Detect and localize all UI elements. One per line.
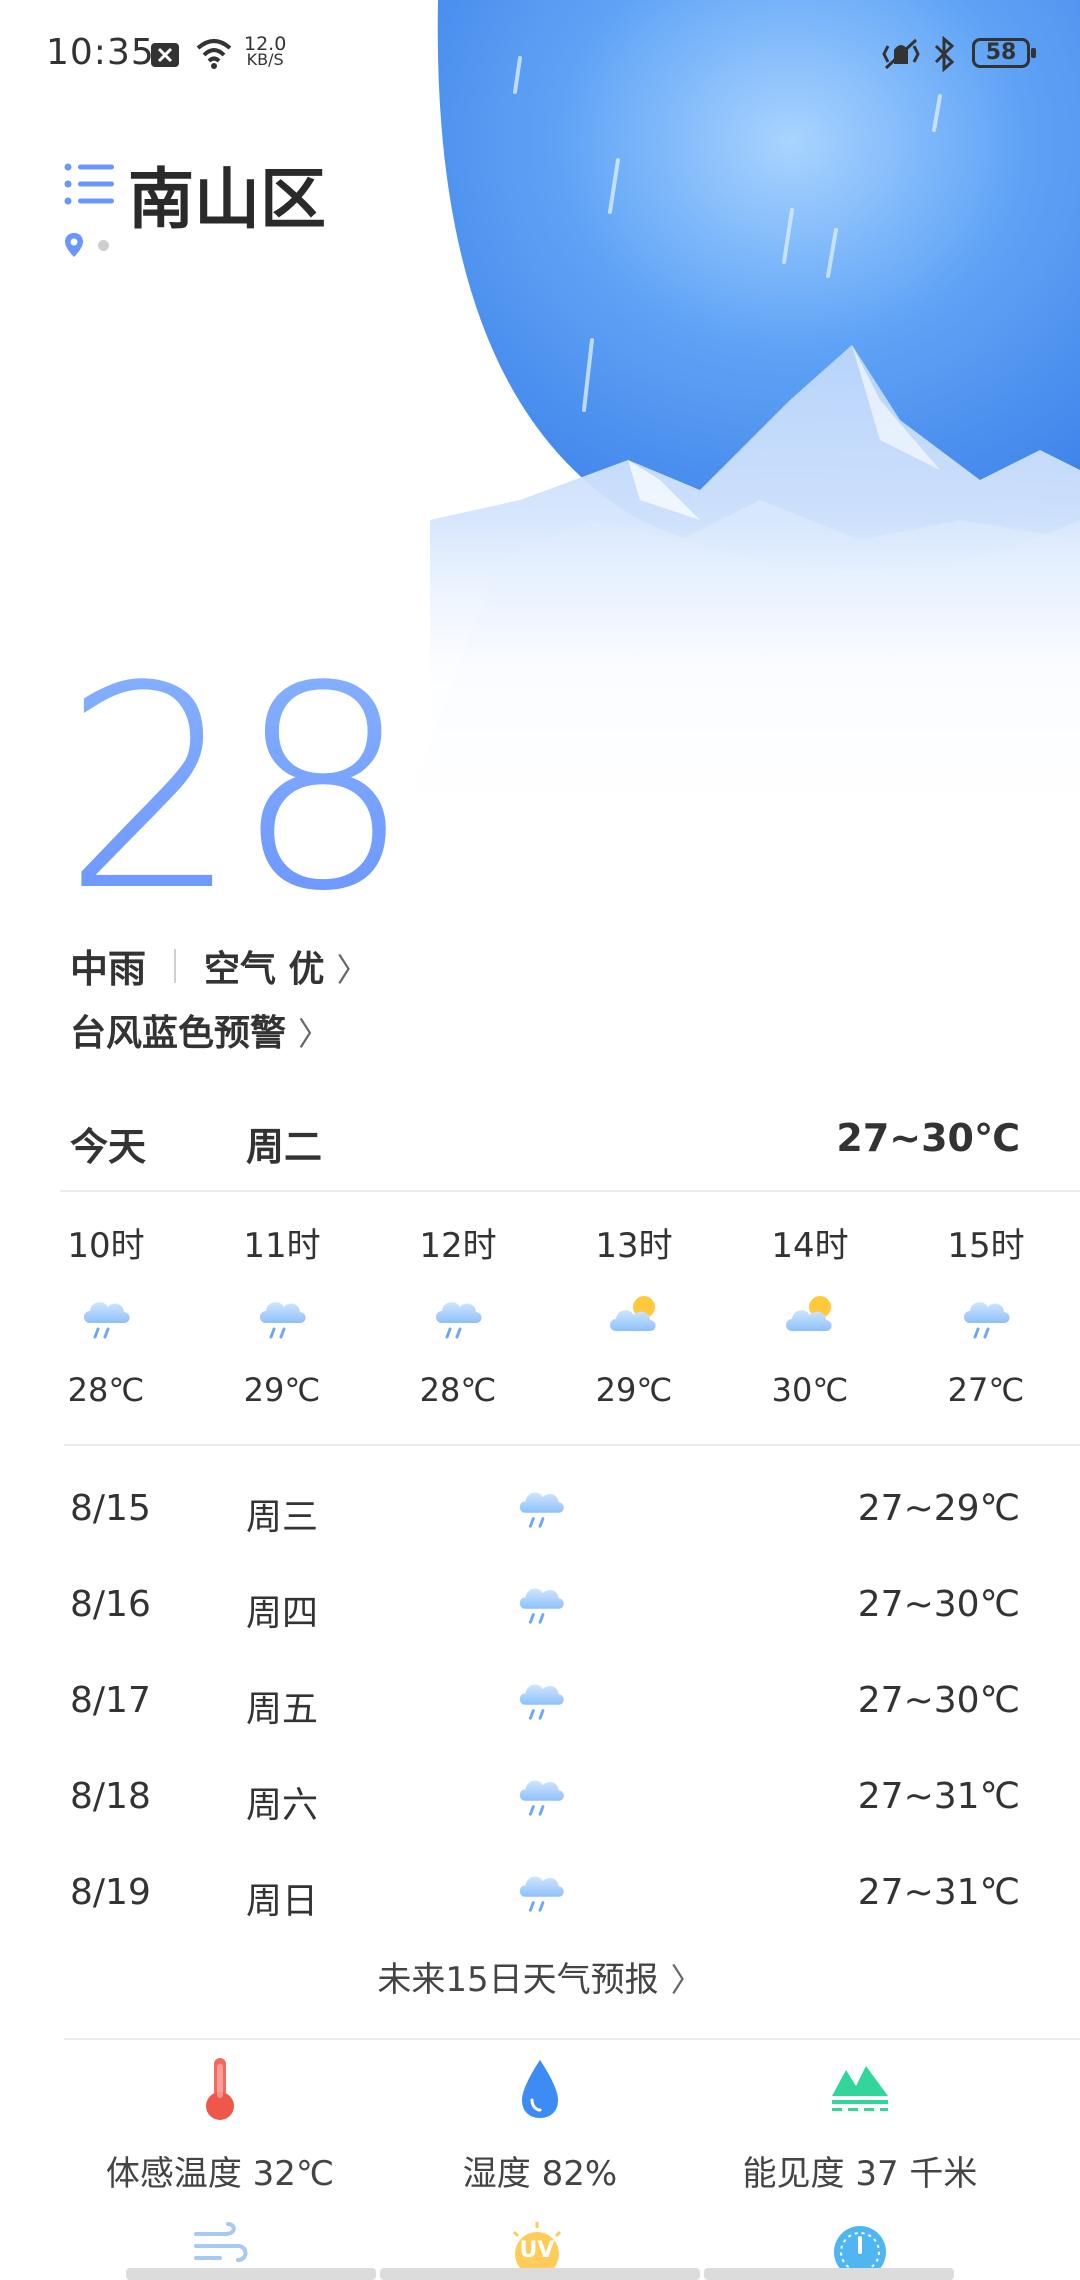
notification-close-icon [151, 43, 179, 67]
battery-indicator: 58 [972, 38, 1036, 68]
day-weekday: 周三 [246, 1497, 319, 1538]
divider [174, 948, 177, 983]
today-row: 今天 周二 27~30℃ [70, 1116, 1020, 1171]
forecast-link-label: 未来15日天气预报 [377, 1960, 659, 2000]
air-quality-link[interactable]: 空气 优〉 [204, 940, 369, 992]
day-temp-range: 27~31℃ [857, 1872, 1020, 1913]
visibility-detail[interactable]: 能见度 37 千米 [690, 2056, 1030, 2195]
day-date: 8/15 [70, 1488, 151, 1529]
day-date: 8/18 [70, 1776, 151, 1817]
today-temp-range: 27~30℃ [836, 1116, 1020, 1160]
air-quality-label: 空气 优 [204, 948, 325, 990]
hour-label: 14时 [771, 1226, 849, 1266]
network-speed: 12.0 KB/S [244, 35, 286, 69]
today-label: 今天 [70, 1125, 147, 1169]
day-date: 8/17 [70, 1680, 151, 1721]
daily-row[interactable]: 8/15 周三 27~29℃ [70, 1488, 1020, 1548]
rain-cloud-icon [514, 1768, 568, 1822]
divider [60, 1190, 1080, 1192]
uv-label: UV [519, 2238, 555, 2263]
hour-label: 13时 [595, 1226, 673, 1266]
day-weekday: 周五 [246, 1689, 319, 1730]
hour-label: 15时 [947, 1226, 1025, 1266]
rain-cloud-icon [514, 1576, 568, 1630]
today-weekday: 周二 [246, 1125, 323, 1169]
daily-row[interactable]: 8/17 周五 27~30℃ [70, 1680, 1020, 1740]
day-date: 8/16 [70, 1584, 151, 1625]
day-temp-range: 27~30℃ [857, 1584, 1020, 1625]
humidity-label: 湿度 82% [462, 2154, 618, 2194]
day-temp-range: 27~31℃ [857, 1776, 1020, 1817]
rain-cloud-icon [514, 1480, 568, 1534]
hour-temp: 27℃ [947, 1371, 1025, 1409]
water-drop-icon [522, 2060, 558, 2118]
hourly-item: 12时 28℃ [398, 1218, 518, 1409]
visibility-icon [832, 2066, 888, 2111]
hour-temp: 29℃ [243, 1371, 321, 1409]
rain-cloud-icon [78, 1289, 134, 1345]
hour-temp: 29℃ [595, 1371, 673, 1409]
weather-condition: 中雨 [70, 947, 147, 991]
bottom-bar-segment [704, 2268, 954, 2280]
hourly-item: 14时 30℃ [750, 1218, 870, 1409]
current-temperature: 28 [62, 627, 412, 953]
hourly-item: 11时 29℃ [222, 1218, 342, 1409]
thermometer-icon [206, 2058, 234, 2120]
rain-cloud-icon [254, 1289, 310, 1345]
partly-sunny-icon [782, 1289, 838, 1345]
bluetooth-icon [934, 36, 955, 72]
chevron-right-icon: 〉 [336, 950, 369, 989]
city-name[interactable]: 南山区 [128, 146, 326, 242]
bottom-bar-segment [380, 2268, 700, 2280]
hour-temp: 28℃ [67, 1371, 145, 1409]
feels-like-detail[interactable]: 体感温度 32℃ [50, 2056, 390, 2195]
feels-like-label: 体感温度 32℃ [105, 2154, 335, 2194]
day-temp-range: 27~30℃ [857, 1680, 1020, 1721]
chevron-right-icon: 〉 [298, 1015, 331, 1053]
partly-sunny-icon [606, 1289, 662, 1345]
hourly-item: 15时 27℃ [926, 1218, 1046, 1409]
daily-row[interactable]: 8/16 周四 27~30℃ [70, 1584, 1020, 1644]
status-time: 10:35 [46, 32, 155, 73]
wifi-icon [196, 39, 232, 69]
page-indicator-dot [98, 240, 109, 251]
day-weekday: 周六 [246, 1785, 319, 1826]
divider [64, 2038, 1080, 2040]
vibrate-mode-icon [882, 38, 920, 70]
wind-icon [194, 2222, 248, 2262]
rain-cloud-icon [514, 1672, 568, 1726]
city-menu-icon[interactable] [64, 162, 114, 208]
daily-row[interactable]: 8/19 周日 27~31℃ [70, 1872, 1020, 1932]
rain-cloud-icon [514, 1864, 568, 1918]
hourly-item: 10时 28℃ [46, 1218, 166, 1409]
hour-temp: 28℃ [419, 1371, 497, 1409]
humidity-detail[interactable]: 湿度 82% [370, 2056, 710, 2195]
hour-label: 10时 [67, 1226, 145, 1266]
daily-row[interactable]: 8/18 周六 27~31℃ [70, 1776, 1020, 1836]
status-bar: 10:35 12.0 KB/S 58 [0, 0, 1080, 110]
rain-cloud-icon [958, 1289, 1014, 1345]
visibility-label: 能见度 37 千米 [742, 2154, 978, 2194]
day-weekday: 周日 [246, 1881, 319, 1922]
hour-temp: 30℃ [771, 1371, 849, 1409]
rain-cloud-icon [430, 1289, 486, 1345]
typhoon-warning-link[interactable]: 台风蓝色预警〉 [70, 1004, 330, 1056]
hour-label: 12时 [419, 1226, 497, 1266]
hour-label: 11时 [243, 1226, 321, 1266]
hourly-item: 13时 29℃ [574, 1218, 694, 1409]
day-temp-range: 27~29℃ [857, 1488, 1020, 1529]
day-weekday: 周四 [246, 1593, 319, 1634]
network-speed-unit: KB/S [246, 50, 284, 69]
forecast-15-day-link[interactable]: 未来15日天气预报〉 [0, 1952, 1080, 2001]
warning-label: 台风蓝色预警 [70, 1013, 287, 1054]
location-pin-icon [65, 233, 83, 257]
chevron-right-icon: 〉 [670, 1961, 703, 1999]
day-date: 8/19 [70, 1872, 151, 1913]
current-condition-row: 中雨 空气 优〉 [70, 938, 369, 993]
bottom-bar-segment [126, 2268, 376, 2280]
divider [64, 1444, 1080, 1446]
